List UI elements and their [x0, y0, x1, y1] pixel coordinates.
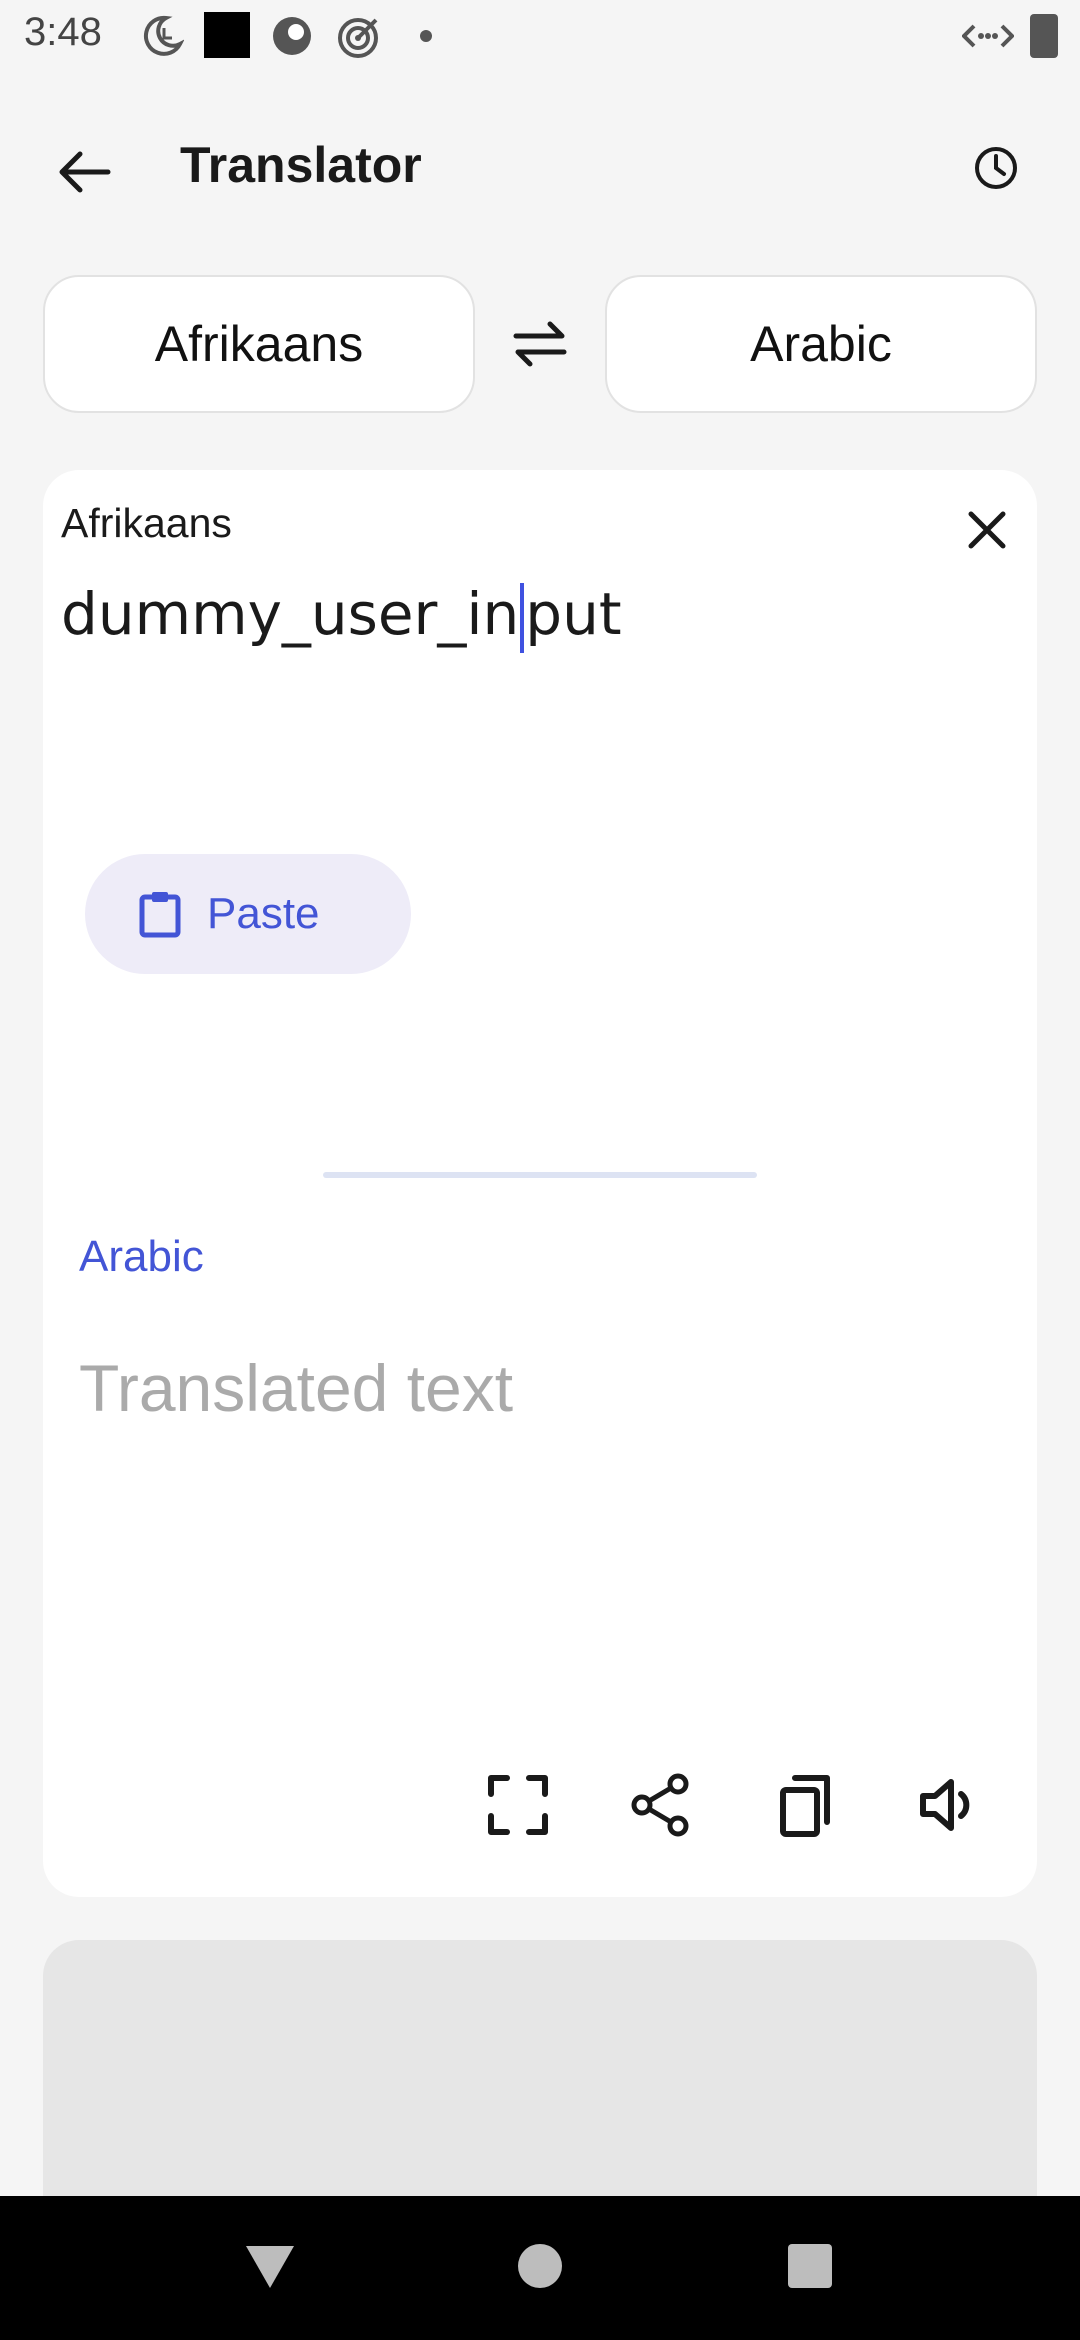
bottom-panel	[43, 1940, 1037, 2200]
speaker-icon[interactable]	[915, 1770, 985, 1840]
battery-icon	[1030, 14, 1058, 58]
black-square-icon	[204, 12, 250, 58]
share-icon[interactable]	[626, 1770, 696, 1840]
nav-recents-icon[interactable]	[786, 2242, 834, 2290]
target-language-button[interactable]: Arabic	[605, 275, 1037, 413]
translated-text-output: Translated text	[79, 1351, 514, 1425]
copy-icon[interactable]	[771, 1770, 841, 1840]
back-arrow-icon	[59, 151, 111, 193]
source-text-input[interactable]: dummy_user_in put	[61, 580, 622, 653]
record-icon	[273, 17, 311, 55]
close-icon	[968, 511, 1006, 549]
swap-languages-button[interactable]	[500, 304, 580, 384]
nav-home-icon[interactable]	[516, 2242, 564, 2290]
moon-clock-icon	[143, 15, 184, 56]
source-language-button[interactable]: Afrikaans	[43, 275, 475, 413]
target-language-label: Arabic	[79, 1232, 204, 1281]
fullscreen-icon[interactable]	[483, 1770, 553, 1840]
data-arrows-icon	[962, 24, 1014, 48]
nav-back-icon[interactable]	[244, 2242, 296, 2290]
paste-label: Paste	[207, 889, 320, 938]
clipboard-icon	[139, 892, 181, 938]
card-divider	[323, 1172, 757, 1178]
text-cursor	[520, 582, 525, 653]
swap-arrows-icon	[513, 321, 567, 367]
history-icon	[975, 147, 1017, 189]
paste-button[interactable]: Paste	[85, 854, 411, 974]
system-navigation-bar	[0, 2196, 1080, 2340]
text-after-cursor: put	[525, 580, 622, 648]
history-button[interactable]	[956, 128, 1036, 208]
source-language-label: Afrikaans	[61, 500, 232, 546]
translation-card: Afrikaans dummy_user_in put Paste Arabic …	[43, 470, 1037, 1897]
clear-input-button[interactable]	[957, 500, 1017, 560]
dot-icon	[420, 30, 432, 42]
back-button[interactable]	[44, 132, 124, 212]
target-icon	[338, 18, 378, 58]
page-title: Translator	[180, 137, 422, 193]
text-before-cursor: dummy_user_in	[61, 580, 520, 648]
status-time: 3:48	[24, 10, 102, 54]
